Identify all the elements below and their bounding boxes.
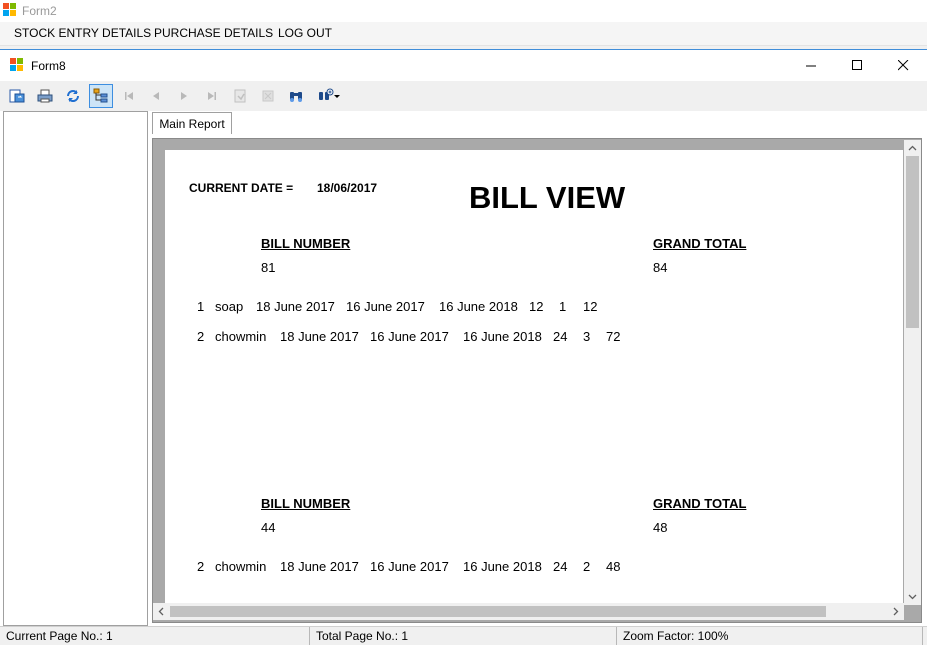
scroll-right-button[interactable]: [887, 603, 904, 620]
close-button[interactable]: [880, 50, 926, 80]
row-cell: 2: [197, 559, 205, 574]
row-cell: 16 June 2017: [346, 299, 425, 314]
child-title-bar: Form8: [0, 50, 927, 80]
stop-icon: [262, 90, 274, 102]
next-page-button[interactable]: [172, 84, 196, 108]
refresh-icon: [67, 90, 79, 102]
report-toolbar: [0, 81, 927, 111]
row-cell: chowmin: [215, 559, 267, 574]
group-tree-panel[interactable]: [3, 111, 148, 626]
goto-page-button[interactable]: [228, 84, 252, 108]
maximize-button[interactable]: [834, 50, 880, 80]
minimize-icon: [805, 65, 816, 66]
row-cell: 2: [197, 329, 205, 344]
chevron-down-icon: [333, 94, 340, 98]
row-cell: 24: [553, 559, 568, 574]
row-cell: 1: [559, 299, 567, 314]
print-button[interactable]: [33, 84, 57, 108]
next-page-icon: [181, 92, 187, 100]
outer-title-bar: Form2: [0, 0, 927, 22]
child-window: Form8 Main Report CURRENT DATE = 18/06/2…: [0, 49, 927, 644]
last-page-icon: [208, 92, 216, 100]
horizontal-scroll-thumb[interactable]: [170, 606, 826, 617]
print-icon: [37, 89, 53, 103]
vertical-scroll-thumb[interactable]: [906, 156, 919, 328]
row-cell: 24: [553, 329, 568, 344]
current-date-value: 18/06/2017: [317, 181, 378, 195]
report-title: BILL VIEW: [469, 180, 626, 215]
chevron-down-icon: [908, 594, 917, 600]
zoom-icon: [318, 88, 333, 100]
row-cell: 1: [197, 299, 205, 314]
chevron-up-icon: [908, 145, 917, 151]
menu-purchase-details[interactable]: PURCHASE DETAILS: [154, 26, 273, 40]
row-cell: 12: [529, 299, 544, 314]
scroll-down-button[interactable]: [904, 588, 921, 605]
row-cell: 16 June 2017: [370, 329, 449, 344]
row-cell: 18 June 2017: [280, 559, 359, 574]
row-cell: 2: [583, 559, 591, 574]
row-cell: 16 June 2017: [370, 559, 449, 574]
current-date-label: CURRENT DATE =: [189, 181, 294, 195]
menu-stock-entry-details[interactable]: STOCK ENTRY DETAILS: [14, 26, 151, 40]
row-cell: 48: [606, 559, 621, 574]
current-page-status: Current Page No.: 1: [0, 627, 310, 645]
toggle-group-tree-button[interactable]: [89, 84, 113, 108]
zoom-factor-status: Zoom Factor: 100%: [617, 627, 923, 645]
scroll-up-button[interactable]: [904, 140, 921, 157]
status-bar: Current Page No.: 1 Total Page No.: 1 Zo…: [0, 626, 927, 645]
outer-window-title: Form2: [22, 4, 57, 18]
tab-main-report[interactable]: Main Report: [152, 112, 232, 134]
chevron-left-icon: [158, 607, 164, 616]
close-icon: [897, 59, 908, 70]
row-cell: chowmin: [215, 329, 267, 344]
find-button[interactable]: [284, 84, 308, 108]
first-page-icon: [125, 92, 133, 100]
vertical-scrollbar[interactable]: [904, 140, 921, 605]
row-cell: soap: [215, 299, 244, 314]
maximize-icon: [851, 59, 862, 70]
row-cell: 18 June 2017: [256, 299, 335, 314]
last-page-button[interactable]: [200, 84, 224, 108]
row-cell: 16 June 2018: [463, 329, 542, 344]
grand-total-header: GRAND TOTAL: [653, 236, 747, 251]
row-cell: 72: [606, 329, 621, 344]
find-icon: [290, 92, 302, 102]
toggle-group-tree-icon: [93, 88, 108, 103]
row-cell: 18 June 2017: [280, 329, 359, 344]
total-page-status: Total Page No.: 1: [310, 627, 617, 645]
scroll-left-button[interactable]: [153, 603, 170, 620]
previous-page-icon: [153, 92, 159, 100]
previous-page-button[interactable]: [144, 84, 168, 108]
grand-total-value: 48: [653, 520, 668, 535]
first-page-button[interactable]: [117, 84, 141, 108]
grand-total-header: GRAND TOTAL: [653, 496, 747, 511]
report-viewer: CURRENT DATE = 18/06/2017 BILL VIEW BILL…: [152, 138, 922, 623]
row-cell: 16 June 2018: [463, 559, 542, 574]
refresh-button[interactable]: [61, 84, 85, 108]
bill-number-header: BILL NUMBER: [261, 236, 351, 251]
bill-number-value: 81: [261, 260, 276, 275]
bill-number-value: 44: [261, 520, 276, 535]
row-cell: 3: [583, 329, 591, 344]
row-cell: 12: [583, 299, 598, 314]
chevron-right-icon: [893, 607, 899, 616]
report-page: CURRENT DATE = 18/06/2017 BILL VIEW BILL…: [165, 150, 903, 610]
menu-log-out[interactable]: LOG OUT: [278, 26, 332, 40]
export-button[interactable]: [5, 84, 29, 108]
minimize-button[interactable]: [788, 50, 834, 80]
goto-page-icon: [234, 89, 246, 103]
stop-button[interactable]: [256, 84, 280, 108]
child-window-title: Form8: [31, 59, 66, 73]
grand-total-value: 84: [653, 260, 668, 275]
row-cell: 16 June 2018: [439, 299, 518, 314]
export-icon: [9, 89, 25, 103]
horizontal-scrollbar[interactable]: [153, 603, 904, 620]
app-icon: [10, 58, 23, 71]
menu-bar: STOCK ENTRY DETAILS PURCHASE DETAILS LOG…: [0, 22, 927, 46]
zoom-button[interactable]: [313, 84, 345, 108]
bill-number-header: BILL NUMBER: [261, 496, 351, 511]
app-icon: [3, 3, 16, 16]
